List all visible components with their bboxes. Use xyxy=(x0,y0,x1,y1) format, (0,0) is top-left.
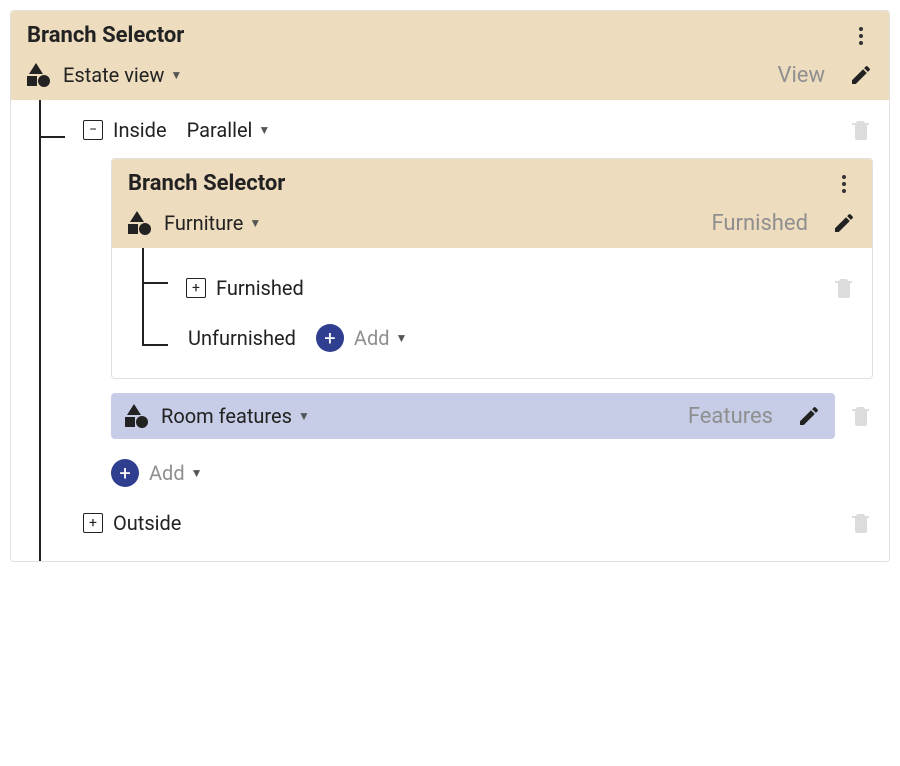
delete-button[interactable] xyxy=(832,276,856,300)
chevron-down-icon: ▼ xyxy=(191,466,203,480)
branch-selector-header: Branch Selector Estate view ▼ View xyxy=(11,11,889,100)
add-row: + Add ▼ xyxy=(111,453,873,493)
edit-button[interactable] xyxy=(849,63,873,87)
collapse-toggle[interactable]: − xyxy=(83,120,103,140)
tree-node-unfurnished: Unfurnished + Add ▼ xyxy=(128,318,856,358)
inner-selector-label: Furniture xyxy=(164,211,243,235)
chevron-down-icon: ▼ xyxy=(170,68,182,82)
add-button[interactable]: + xyxy=(111,459,139,487)
node-label: Outside xyxy=(113,511,181,535)
mode-dropdown[interactable]: Parallel ▼ xyxy=(187,118,271,142)
expand-toggle[interactable]: + xyxy=(186,278,206,298)
add-dropdown[interactable]: Add ▼ xyxy=(149,461,203,485)
tree-node-furnished: + Furnished xyxy=(128,260,856,300)
add-dropdown[interactable]: Add ▼ xyxy=(354,326,408,350)
tree-body: − Inside Parallel ▼ Branch Selector xyxy=(11,100,889,561)
shapes-icon xyxy=(128,210,154,236)
branch-selector-panel: Branch Selector Estate view ▼ View xyxy=(10,10,890,562)
tree-node-outside: + Outside xyxy=(27,503,873,543)
view-status: View xyxy=(777,63,825,88)
panel-title: Branch Selector xyxy=(27,23,184,48)
delete-button[interactable] xyxy=(849,404,873,428)
shapes-icon xyxy=(27,62,53,88)
edit-button[interactable] xyxy=(832,211,856,235)
room-selector-label: Room features xyxy=(161,404,292,428)
expand-toggle[interactable]: + xyxy=(83,513,103,533)
mode-label: Parallel xyxy=(187,118,253,142)
edit-button[interactable] xyxy=(797,404,821,428)
inner-selector-dropdown[interactable]: Furniture ▼ xyxy=(164,211,261,235)
room-selector-dropdown[interactable]: Room features ▼ xyxy=(161,404,310,428)
chevron-down-icon: ▼ xyxy=(396,331,408,345)
add-button[interactable]: + xyxy=(316,324,344,352)
add-label: Add xyxy=(354,326,390,350)
view-selector-dropdown[interactable]: Estate view ▼ xyxy=(63,63,182,87)
delete-button[interactable] xyxy=(849,118,873,142)
shapes-icon xyxy=(125,403,151,429)
node-label: Unfurnished xyxy=(188,326,296,350)
room-features-bar[interactable]: Room features ▼ Features xyxy=(111,393,835,439)
inner-panel-title: Branch Selector xyxy=(128,171,285,196)
chevron-down-icon: ▼ xyxy=(298,409,310,423)
chevron-down-icon: ▼ xyxy=(258,123,270,137)
add-label: Add xyxy=(149,461,185,485)
tree-node-inside: − Inside Parallel ▼ xyxy=(27,100,873,146)
view-selector-label: Estate view xyxy=(63,63,164,87)
more-menu-button[interactable] xyxy=(849,24,873,48)
more-menu-button[interactable] xyxy=(832,172,856,196)
delete-button[interactable] xyxy=(849,511,873,535)
inner-status: Furnished xyxy=(711,211,808,236)
node-label: Furnished xyxy=(216,276,304,300)
inner-branch-selector-panel: Branch Selector Furniture ▼ xyxy=(111,158,873,379)
room-status: Features xyxy=(688,404,773,429)
node-label: Inside xyxy=(113,118,167,142)
chevron-down-icon: ▼ xyxy=(249,216,261,230)
